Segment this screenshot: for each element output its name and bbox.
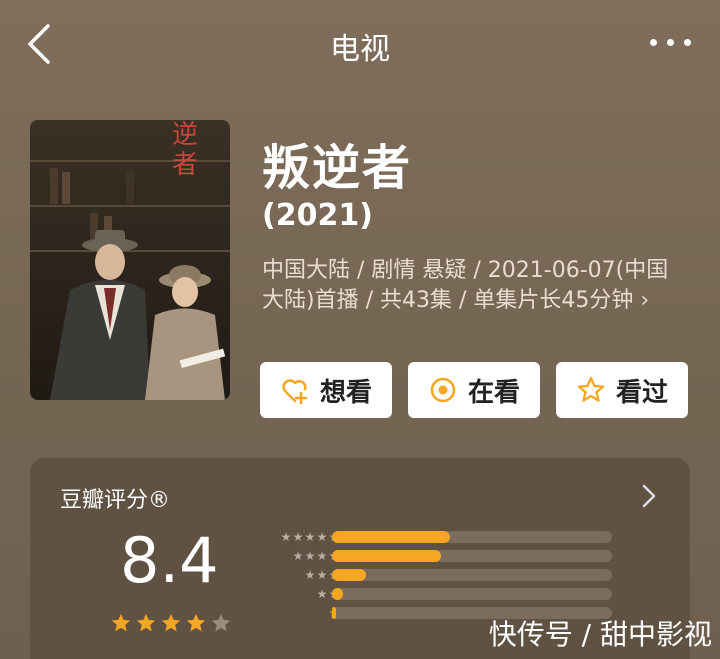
star-filled-icon	[161, 613, 181, 632]
more-options-button[interactable]	[642, 30, 698, 54]
poster-shelf	[30, 205, 230, 207]
distribution-row: ★★★★	[250, 547, 630, 565]
small-star-icon: ★	[304, 549, 316, 563]
watermark-text: 快传号 / 甜中影视	[488, 618, 712, 651]
show-year: (2021)	[262, 198, 373, 233]
distribution-bar-fill	[332, 588, 343, 600]
watching-button[interactable]: 在看	[408, 362, 540, 418]
show-title: 叛逆者	[262, 140, 413, 196]
poster[interactable]: 逆者	[30, 120, 230, 400]
more-dot-icon	[649, 38, 657, 46]
rating-stars	[110, 612, 232, 634]
small-star-icon: ★	[304, 568, 316, 582]
action-buttons: 想看 在看 看过	[260, 362, 690, 418]
distribution-bar-track	[332, 588, 612, 600]
small-star-icon: ★	[292, 530, 304, 544]
small-star-icon: ★	[280, 530, 292, 544]
poster-book	[126, 170, 134, 204]
distribution-row: ★★★★★	[250, 528, 630, 546]
header: 电视	[0, 0, 720, 90]
poster-title: 逆者	[172, 120, 199, 180]
distribution-bar-fill	[332, 607, 336, 619]
distribution-stars: ★★★★★	[280, 531, 340, 543]
distribution-bar-track	[332, 550, 612, 562]
poster-figure-woman	[145, 265, 226, 400]
distribution-row: ★★★	[250, 566, 630, 584]
more-dot-icon	[683, 38, 691, 46]
watching-label: 在看	[467, 377, 520, 408]
rating-score: 8.4	[120, 524, 219, 597]
small-star-icon: ★	[316, 549, 328, 563]
small-star-icon: ★	[304, 530, 316, 544]
small-star-icon: ★	[316, 587, 328, 601]
target-circle-icon	[430, 377, 456, 403]
page-title: 电视	[330, 32, 390, 67]
heart-plus-icon	[282, 379, 308, 405]
distribution-bar-fill	[332, 531, 450, 543]
distribution-bar-track	[332, 569, 612, 581]
star-filled-icon	[136, 613, 156, 632]
rating-distribution: ★★★★★★★★★★★★★★★	[250, 528, 630, 623]
show-meta-info[interactable]: 中国大陆 / 剧情 悬疑 / 2021-06-07(中国大陆)首播 / 共43集…	[262, 256, 682, 316]
more-dot-icon	[666, 38, 674, 46]
distribution-row: ★★	[250, 585, 630, 603]
small-star-icon: ★	[316, 568, 328, 582]
star-filled-icon	[186, 613, 206, 632]
poster-figure-man	[50, 230, 150, 400]
poster-book	[62, 172, 70, 204]
star-outline-icon	[577, 376, 605, 402]
watched-button[interactable]: 看过	[556, 362, 688, 418]
star-empty-icon	[211, 613, 231, 632]
small-star-icon: ★	[292, 549, 304, 563]
distribution-bar-track	[332, 531, 612, 543]
watched-label: 看过	[615, 377, 668, 408]
want-to-watch-label: 想看	[319, 377, 372, 408]
rating-label: 豆瓣评分®	[60, 488, 171, 513]
chevron-right-icon[interactable]	[638, 482, 660, 510]
star-filled-icon	[111, 613, 131, 632]
distribution-bar-fill	[332, 550, 441, 562]
small-star-icon: ★	[316, 530, 328, 544]
want-to-watch-button[interactable]: 想看	[260, 362, 392, 418]
distribution-bar-fill	[332, 569, 366, 581]
poster-book	[50, 168, 58, 204]
